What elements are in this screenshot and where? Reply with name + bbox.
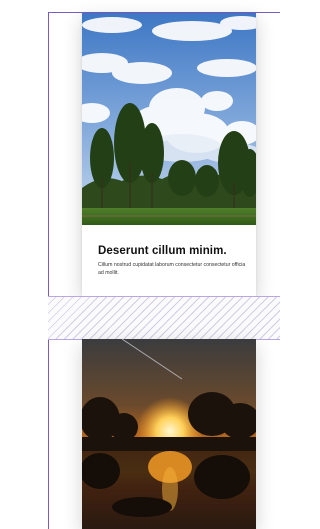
card[interactable]: Deserunt cillum minim. Cillum nostrud cu… [82,13,256,296]
landscape-image [82,13,256,225]
gap-spacer [48,296,280,340]
card-text: Cillum nostrud cupidatat laborum consect… [98,262,246,276]
selection-outline-left [48,12,49,529]
card-title: Deserunt cillum minim. [98,245,227,257]
card-image [82,13,256,225]
canvas: Deserunt cillum minim. Cillum nostrud cu… [0,0,280,529]
card[interactable] [82,339,256,529]
sunset-image [82,339,256,529]
card-body: Deserunt cillum minim. Cillum nostrud cu… [98,245,248,277]
